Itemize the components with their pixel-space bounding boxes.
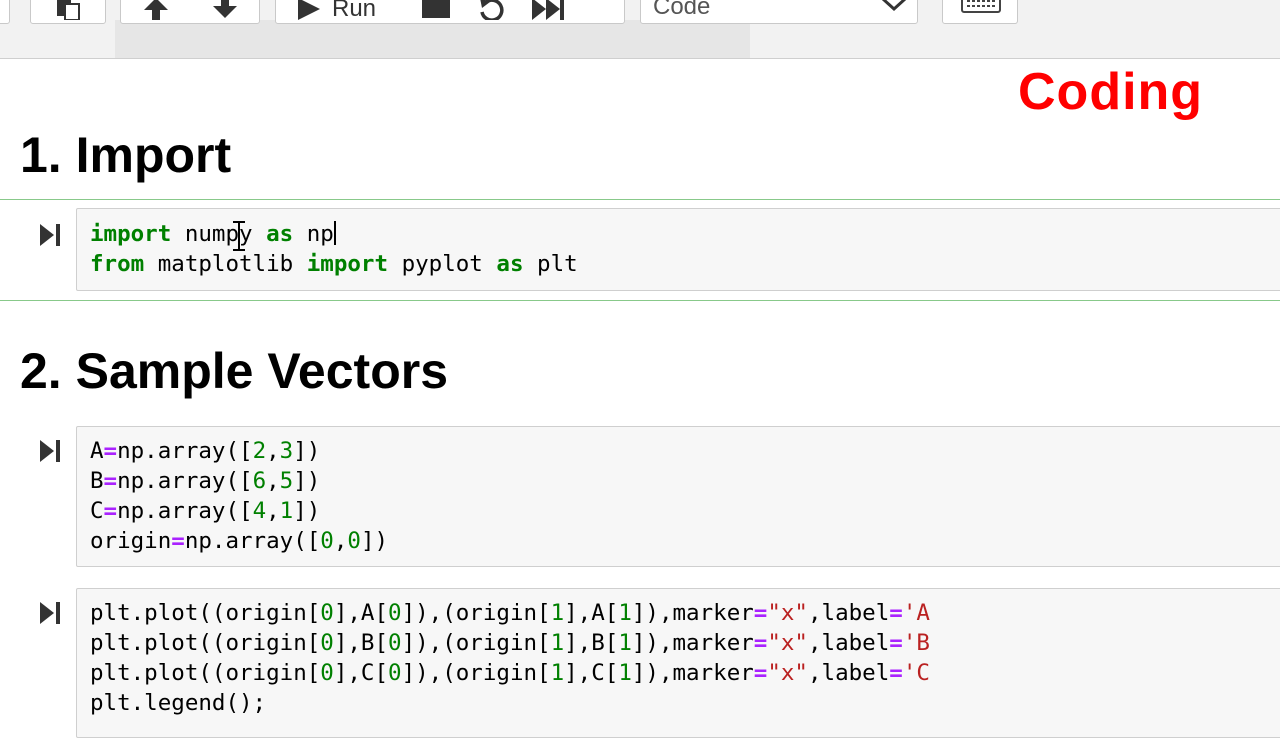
- coding-overlay-label: Coding: [1018, 63, 1204, 121]
- code-editor-plot[interactable]: plt.plot((origin[0],A[0]),(origin[1],A[1…: [90, 598, 930, 718]
- code-line: plt.plot((origin[0],B[0]),(origin[1],B[1…: [90, 630, 930, 656]
- selected-cell-border-top: [0, 199, 1280, 200]
- code-token: as: [496, 251, 524, 277]
- code-token: import: [90, 221, 172, 247]
- code-line: plt.plot((origin[0],C[0]),(origin[1],C[1…: [90, 660, 930, 686]
- code-line: B=np.array([6,5]): [90, 468, 321, 494]
- code-token: import: [306, 251, 389, 277]
- run-button-label: Run: [332, 0, 377, 22]
- code-token: as: [266, 221, 294, 247]
- code-token: matplotlib: [144, 251, 307, 277]
- fast-forward-icon[interactable]: [532, 0, 566, 20]
- run-controls: Run: [275, 0, 625, 24]
- arrow-up-icon[interactable]: [141, 0, 171, 20]
- paste-cell-button[interactable]: [30, 0, 106, 24]
- run-button[interactable]: Run: [296, 0, 376, 23]
- notebook-toolbar: Run Code: [0, 0, 1280, 59]
- code-token: from: [90, 251, 145, 277]
- code-token: plt: [523, 251, 578, 277]
- code-editor-vectors[interactable]: A=np.array([2,3]) B=np.array([6,5]) C=np…: [90, 436, 388, 556]
- code-editor-import[interactable]: import numpy as np from matplotlib impor…: [90, 219, 578, 279]
- section-heading-import: 1. Import: [20, 127, 232, 183]
- play-icon: [298, 0, 320, 20]
- keyboard-icon: [961, 0, 1001, 13]
- code-line: plt.legend();: [90, 690, 267, 716]
- cell-type-select[interactable]: Code: [640, 0, 918, 24]
- keyboard-shortcuts-button[interactable]: [942, 0, 1018, 24]
- run-cell-icon[interactable]: [40, 602, 62, 624]
- paste-icon: [57, 0, 80, 20]
- restart-icon[interactable]: [476, 0, 506, 20]
- run-cell-icon[interactable]: [40, 224, 62, 246]
- code-line: plt.plot((origin[0],A[0]),(origin[1],A[1…: [90, 600, 930, 626]
- code-token: pyplot: [388, 251, 497, 277]
- run-cell-icon[interactable]: [40, 440, 62, 462]
- text-caret: [333, 221, 336, 245]
- toolbar-button-partial[interactable]: [0, 0, 10, 24]
- toolbar-shadow: [115, 20, 750, 58]
- code-token: np: [306, 221, 334, 247]
- stop-icon[interactable]: [422, 0, 451, 20]
- text-cursor-icon: [233, 221, 245, 251]
- code-line: C=np.array([4,1]): [90, 498, 321, 524]
- code-line: A=np.array([2,3]): [90, 438, 321, 464]
- move-cell-buttons: [120, 0, 260, 24]
- section-heading-sample-vectors: 2. Sample Vectors: [20, 343, 449, 399]
- code-line: origin=np.array([0,0]): [90, 528, 389, 554]
- arrow-down-icon[interactable]: [210, 0, 240, 20]
- cell-type-value: Code: [653, 0, 711, 20]
- chevron-down-icon: [881, 0, 907, 12]
- selected-cell-border-bottom: [0, 300, 1280, 301]
